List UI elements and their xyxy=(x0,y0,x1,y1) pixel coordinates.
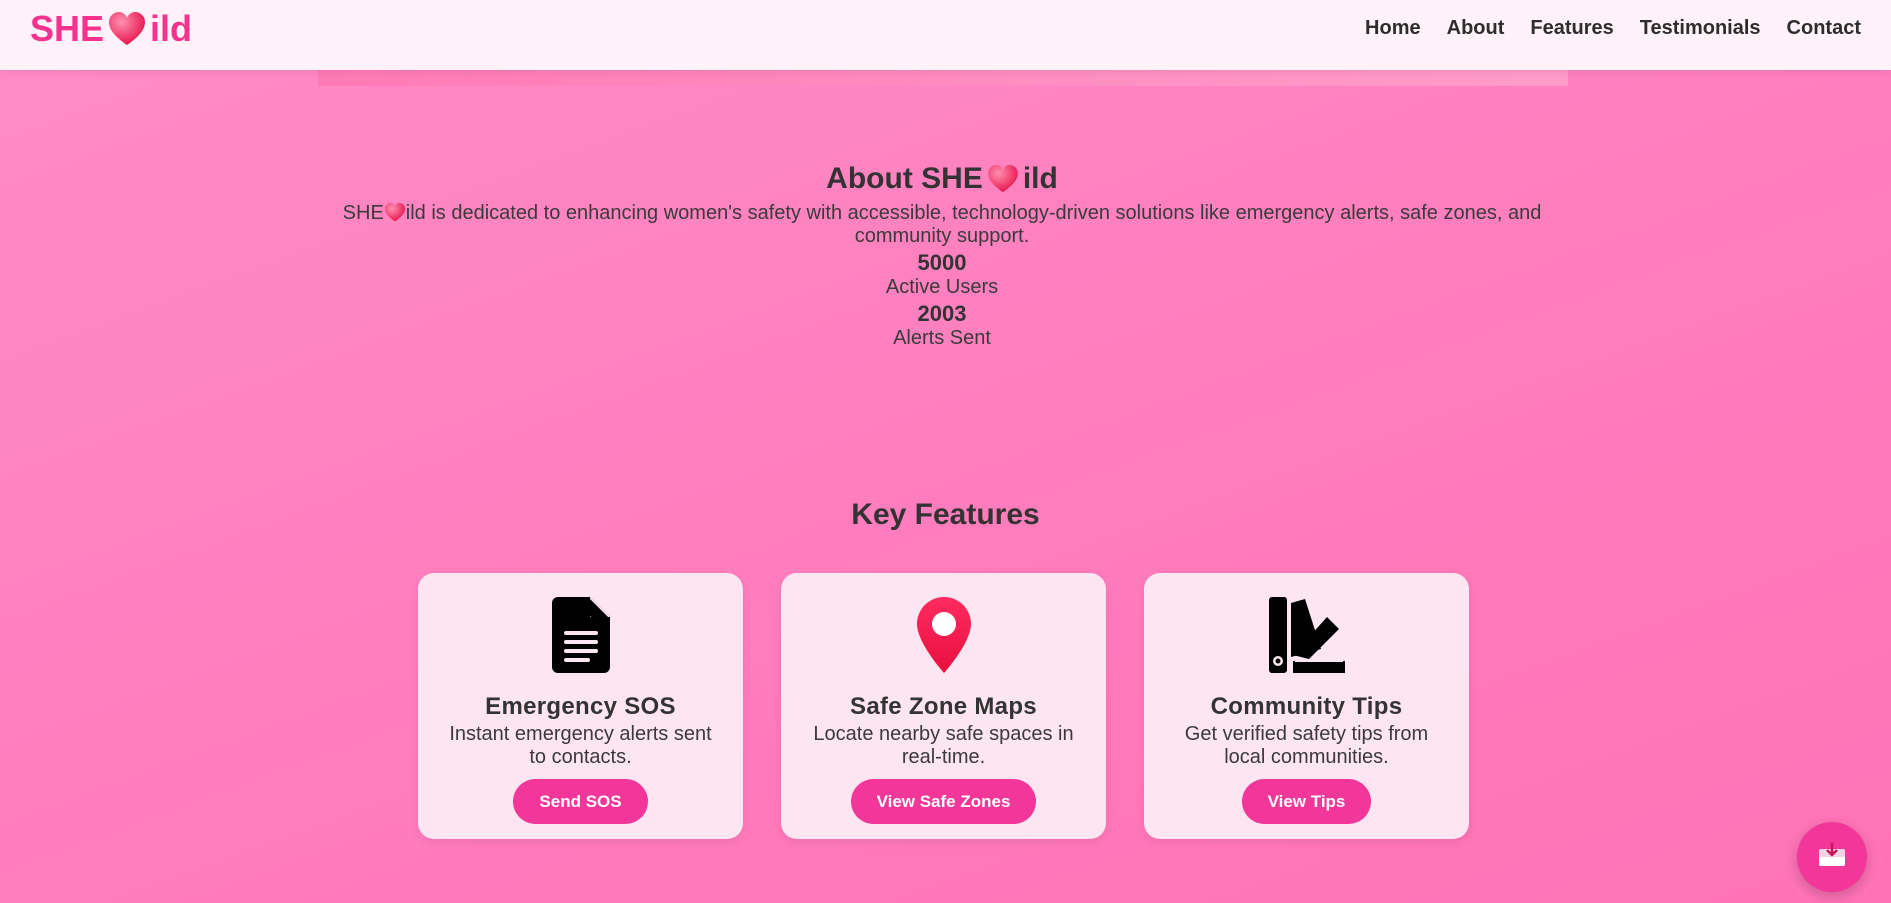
about-section: About SHE ild SHE ild is dedicated to enh… xyxy=(340,162,1544,350)
about-description: SHE ild is dedicated to enhancing women's… xyxy=(340,202,1544,248)
stat-active-users-value: 5000 xyxy=(917,250,967,275)
logo-prefix: SHE xyxy=(30,8,105,49)
about-title-prefix: About SHE xyxy=(826,162,983,195)
swatchbook-icon xyxy=(1268,597,1345,673)
document-icon xyxy=(551,597,610,673)
feature-card-safe-zone-maps: Safe Zone Maps Locate nearby safe spaces… xyxy=(781,573,1106,839)
stat-alerts-sent-value: 2003 xyxy=(917,301,967,326)
heart-icon xyxy=(384,203,406,222)
heart-icon xyxy=(108,12,146,46)
view-tips-button[interactable]: View Tips xyxy=(1241,779,1372,824)
stat-active-users-label: Active Users xyxy=(885,276,999,298)
nav-contact[interactable]: Contact xyxy=(1787,17,1861,40)
logo[interactable]: SHE ild xyxy=(30,8,192,50)
card-description: Locate nearby safe spaces in real-time. xyxy=(813,723,1074,768)
heart-icon xyxy=(987,165,1019,193)
nav-links: Home About Features Testimonials Contact xyxy=(1365,17,1861,40)
feature-cards: Emergency SOS Instant emergency alerts s… xyxy=(418,573,1469,839)
about-title-suffix: ild xyxy=(1022,162,1058,195)
card-description: Instant emergency alerts sent to contact… xyxy=(449,723,712,768)
send-sos-button[interactable]: Send SOS xyxy=(513,779,648,824)
stat-alerts-sent-label: Alerts Sent xyxy=(893,327,991,349)
nav-home[interactable]: Home xyxy=(1365,17,1421,40)
nav-testimonials[interactable]: Testimonials xyxy=(1640,17,1761,40)
hero-strip xyxy=(318,70,1568,86)
about-title: About SHE ild xyxy=(340,162,1544,196)
navbar: SHE ild Home About Features Testimonials… xyxy=(0,0,1891,70)
card-title: Safe Zone Maps xyxy=(850,693,1037,720)
features-title: Key Features xyxy=(851,498,1040,531)
view-safe-zones-button[interactable]: View Safe Zones xyxy=(850,779,1037,824)
about-desc-suffix: ild is dedicated to enhancing women's sa… xyxy=(405,202,1542,247)
floating-action-button[interactable] xyxy=(1797,822,1867,892)
card-description: Get verified safety tips from local comm… xyxy=(1184,723,1429,768)
inbox-icon xyxy=(1818,842,1846,872)
card-title: Emergency SOS xyxy=(485,693,676,720)
nav-features[interactable]: Features xyxy=(1530,17,1613,40)
about-desc-prefix: SHE xyxy=(342,202,384,224)
feature-card-community-tips: Community Tips Get verified safety tips … xyxy=(1144,573,1469,839)
card-title: Community Tips xyxy=(1210,693,1403,720)
feature-card-emergency-sos: Emergency SOS Instant emergency alerts s… xyxy=(418,573,743,839)
logo-suffix: ild xyxy=(150,8,193,49)
nav-about[interactable]: About xyxy=(1447,17,1505,40)
map-pin-icon xyxy=(916,597,971,673)
